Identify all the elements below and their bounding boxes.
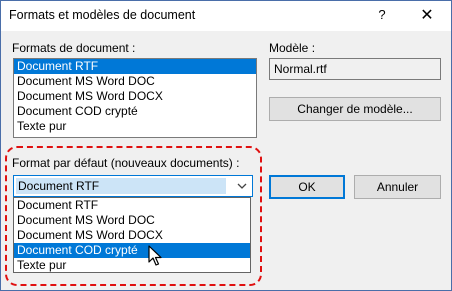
- ok-button[interactable]: OK: [269, 175, 345, 199]
- dialog-window: Formats et modèles de document ? ✕ Forma…: [0, 0, 452, 291]
- close-icon[interactable]: ✕: [415, 5, 439, 27]
- cancel-button[interactable]: Annuler: [354, 175, 441, 199]
- title-bar: Formats et modèles de document ? ✕: [1, 1, 451, 31]
- formats-item-text[interactable]: Texte pur: [14, 119, 256, 134]
- help-icon[interactable]: ?: [371, 7, 393, 25]
- formats-item-docx[interactable]: Document MS Word DOCX: [14, 89, 256, 104]
- template-label: Modèle :: [269, 41, 316, 55]
- annotation-highlight: [5, 146, 262, 286]
- formats-listbox[interactable]: Document RTF Document MS Word DOC Docume…: [13, 58, 257, 138]
- template-field: Normal.rtf: [269, 58, 441, 80]
- mouse-pointer-icon: [148, 245, 162, 266]
- change-template-button[interactable]: Changer de modèle...: [269, 97, 441, 121]
- formats-item-rtf[interactable]: Document RTF: [14, 59, 256, 74]
- formats-item-cod[interactable]: Document COD crypté: [14, 104, 256, 119]
- dialog-title: Formats et modèles de document: [9, 8, 196, 22]
- formats-item-doc[interactable]: Document MS Word DOC: [14, 74, 256, 89]
- formats-label: Formats de document :: [12, 41, 136, 55]
